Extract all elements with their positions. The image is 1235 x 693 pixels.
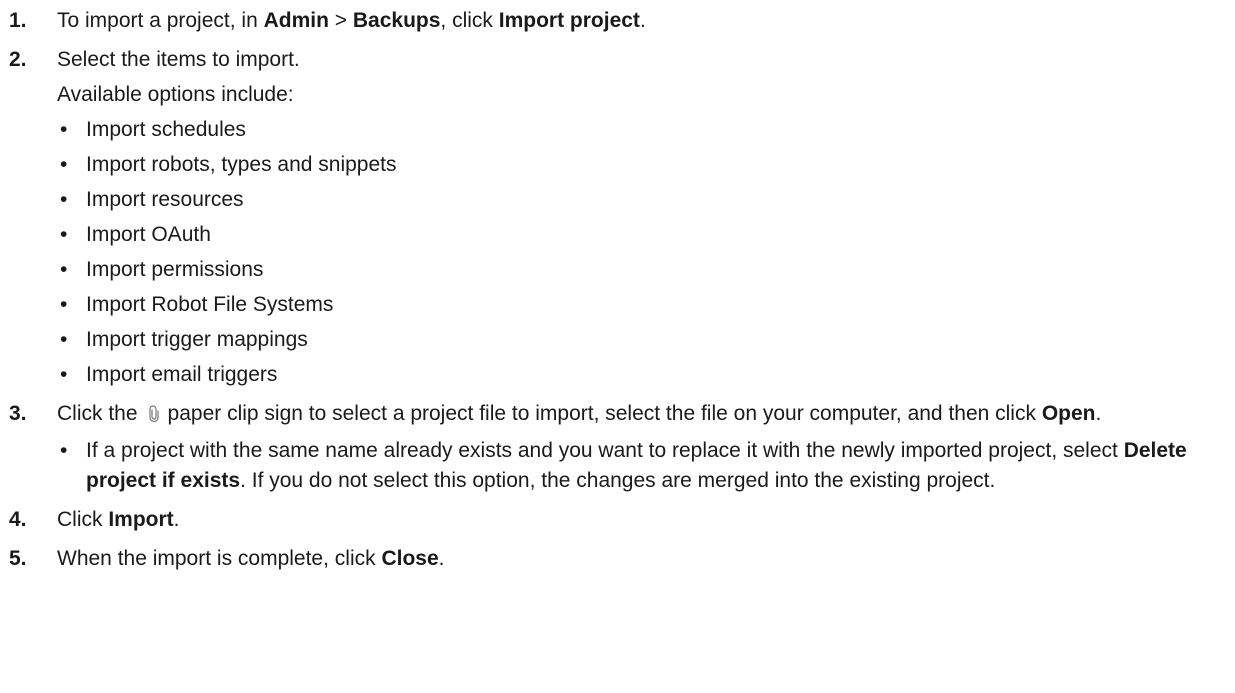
import-options-list: • Import schedules • Import robots, types … — [57, 115, 1225, 390]
step-text: To import a project, in Admin > Backups,… — [57, 9, 646, 32]
step-5: 5. When the import is complete, click Cl… — [0, 544, 1225, 574]
backups-label: Backups — [352, 9, 441, 32]
step-number: 3. — [9, 402, 27, 425]
step-number: 1. — [9, 9, 27, 32]
step-number: 4. — [9, 508, 27, 531]
procedure-document: 1. To import a project, in Admin > Backu… — [0, 0, 1235, 693]
bullet-icon: • — [60, 258, 68, 281]
close-label: Close — [381, 547, 439, 570]
list-item: • Import trigger mappings — [57, 325, 1225, 355]
bullet-icon: • — [60, 439, 68, 462]
bullet-icon: • — [60, 153, 68, 176]
list-item: • Import email triggers — [57, 360, 1225, 390]
list-item: • Import OAuth — [57, 220, 1225, 250]
paper-clip-icon — [148, 401, 159, 431]
step-text: Click the paper clip sign to select a pro… — [57, 399, 1225, 431]
admin-label: Admin — [263, 9, 329, 32]
step-1: 1. To import a project, in Admin > Backu… — [0, 6, 1225, 36]
bullet-icon: • — [60, 293, 68, 316]
import-label: Import — [108, 508, 174, 531]
step-4: 4. Click Import. — [0, 505, 1225, 535]
bullet-icon: • — [60, 328, 68, 351]
steps-list: 1. To import a project, in Admin > Backu… — [0, 6, 1225, 583]
bullet-icon: • — [60, 118, 68, 141]
list-item: • Import Robot File Systems — [57, 290, 1225, 320]
bullet-icon: • — [60, 363, 68, 386]
step-number: 5. — [9, 547, 27, 570]
list-item: • Import resources — [57, 185, 1225, 215]
step-subtext: Available options include: — [57, 83, 294, 106]
list-item: • Import robots, types and snippets — [57, 150, 1225, 180]
list-item: • Import schedules — [57, 115, 1225, 145]
step-notes: • If a project with the same name already… — [57, 436, 1225, 496]
list-item: • Import permissions — [57, 255, 1225, 285]
step-text: Click Import. — [57, 508, 180, 531]
bullet-icon: • — [60, 223, 68, 246]
list-item: • If a project with the same name already… — [57, 436, 1225, 496]
bullet-icon: • — [60, 188, 68, 211]
step-2: 2. Select the items to import. Available… — [0, 45, 1225, 390]
step-text: When the import is complete, click Close… — [57, 547, 445, 570]
step-3: 3. Click the paper clip sign to select a … — [0, 399, 1225, 496]
step-number: 2. — [9, 48, 27, 71]
import-project-label: Import project — [498, 9, 640, 32]
open-label: Open — [1041, 402, 1096, 425]
step-text: Select the items to import. — [57, 48, 300, 71]
